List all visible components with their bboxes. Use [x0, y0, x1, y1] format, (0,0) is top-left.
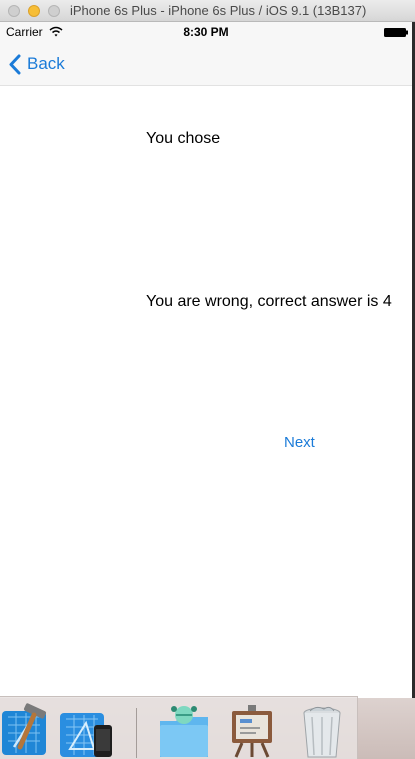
simulator-screen: Carrier 8:30 PM Back You chose You are w… — [0, 22, 412, 698]
window-zoom-button[interactable] — [48, 5, 60, 17]
result-label: You are wrong, correct answer is 4 — [146, 293, 392, 310]
chevron-left-icon — [9, 54, 21, 74]
battery-icon — [384, 28, 408, 37]
window-minimize-button[interactable] — [28, 5, 40, 17]
status-time: 8:30 PM — [183, 25, 229, 39]
window-title: iPhone 6s Plus - iPhone 6s Plus / iOS 9.… — [70, 3, 367, 18]
status-bar: Carrier 8:30 PM — [0, 22, 412, 42]
back-button-label: Back — [27, 54, 65, 73]
xcode-icon[interactable] — [0, 703, 56, 759]
next-button[interactable]: Next — [284, 434, 315, 451]
back-button[interactable]: Back — [8, 50, 65, 78]
dock-divider — [136, 708, 137, 758]
window-close-button[interactable] — [8, 5, 20, 17]
navigation-bar: Back — [0, 42, 412, 86]
simulator-icon[interactable] — [60, 703, 116, 759]
downloads-folder-icon[interactable] — [156, 703, 212, 759]
keynote-icon[interactable] — [226, 703, 282, 759]
window-titlebar: iPhone 6s Plus - iPhone 6s Plus / iOS 9.… — [0, 0, 415, 22]
trash-icon[interactable] — [294, 703, 350, 759]
chosen-answer-label: You chose — [146, 130, 221, 147]
